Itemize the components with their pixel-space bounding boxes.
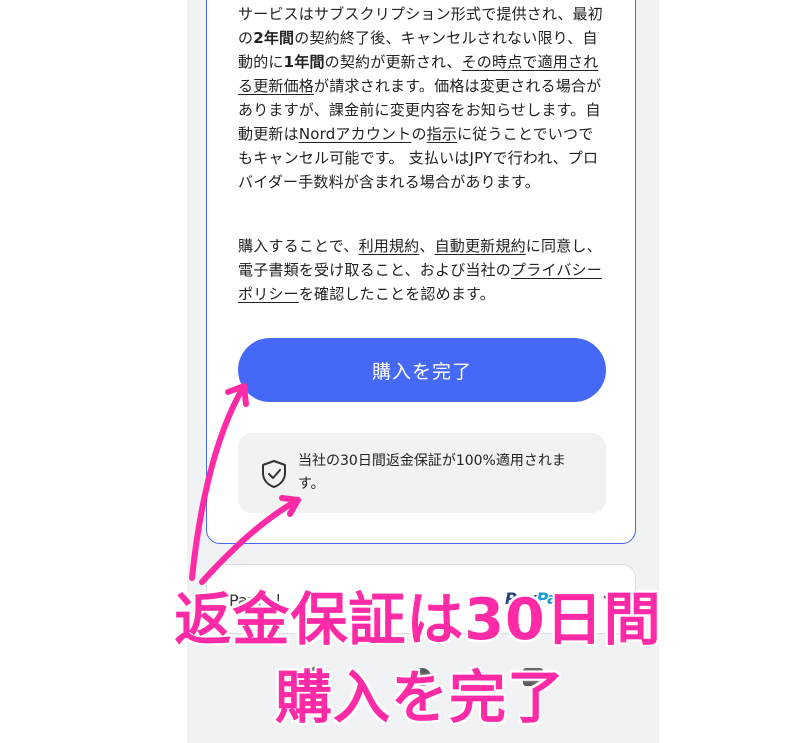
annotation-refund-30days: 返金保証は30日間: [174, 587, 662, 653]
auto-renewal-terms-link[interactable]: 自動更新規約: [435, 237, 526, 255]
shield-check-icon: [262, 460, 286, 488]
terms-of-use-link[interactable]: 利用規約: [359, 237, 420, 255]
guarantee-text: 当社の30日間返金保証が100%適用されます。: [298, 453, 566, 492]
consent-terms: 購入することで、利用規約、自動更新規約に同意し、電子書類を受け取ること、および当…: [238, 237, 602, 303]
subscription-terms: サービスはサブスクリプション形式で提供され、最初の2年間の契約終了後、キャンセル…: [238, 5, 603, 191]
complete-purchase-button[interactable]: 購入を完了: [238, 338, 606, 402]
nord-account-link[interactable]: Nordアカウント: [299, 125, 412, 143]
money-back-guarantee: 当社の30日間返金保証が100%適用されます。: [238, 433, 606, 513]
annotation-complete-purchase: 購入を完了: [275, 665, 565, 731]
instructions-link[interactable]: 指示: [427, 125, 457, 143]
